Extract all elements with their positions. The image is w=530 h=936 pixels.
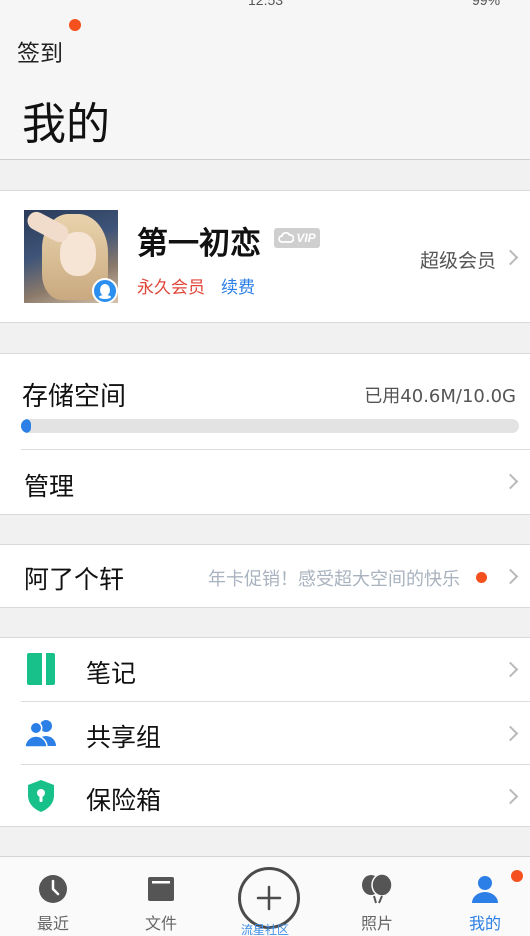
list-item-label: 共享组 — [86, 723, 162, 752]
signin-button[interactable]: 签到 — [17, 34, 63, 68]
tab-label: 我的 — [468, 914, 501, 933]
tools-card: 笔记 共享组 保险箱 — [0, 637, 530, 827]
note-icon — [24, 652, 58, 686]
promo-row[interactable]: 阿了个轩 年卡促销！感受超大空间的快乐 — [0, 544, 530, 608]
status-bar: 12:53 99% — [0, 0, 530, 12]
create-button[interactable] — [238, 867, 300, 929]
list-item-share-group[interactable]: 共享组 — [0, 702, 530, 765]
qq-icon — [92, 278, 118, 304]
community-label[interactable]: 流星社区 — [222, 921, 308, 936]
folder-icon — [144, 872, 178, 906]
tab-label: 最近 — [36, 914, 69, 933]
manage-row[interactable]: 管理 — [0, 450, 530, 514]
storage-card: 存储空间 已用40.6M/10.0G 管理 — [0, 353, 530, 515]
chevron-right-icon — [502, 788, 519, 805]
vip-icon: VIP — [274, 228, 320, 248]
notification-dot — [511, 870, 523, 882]
balloon-icon — [360, 872, 394, 906]
plus-icon — [256, 885, 282, 911]
promo-text: 年卡促销！感受超大空间的快乐 — [208, 569, 460, 590]
tab-recent[interactable]: 最近 — [0, 857, 106, 936]
promo-notification-dot — [476, 572, 487, 583]
tab-label: 文件 — [144, 914, 177, 933]
tab-photos[interactable]: 照片 — [324, 857, 430, 936]
chevron-right-icon — [502, 568, 519, 585]
storage-progress-fill — [21, 419, 31, 433]
header: 签到 我的 — [0, 12, 530, 160]
tab-mine[interactable]: 我的 — [432, 857, 530, 936]
tab-bar: 最近 文件 流星社区 照片 我的 — [0, 856, 530, 936]
manage-label: 管理 — [24, 472, 75, 501]
member-type: 永久会员 — [137, 278, 205, 298]
profile-card[interactable]: 第一初恋 VIP 永久会员 续费 超级会员 — [0, 190, 530, 323]
list-item-label: 笔记 — [86, 659, 137, 688]
clock-icon — [36, 872, 70, 906]
signin-notification-dot — [69, 19, 81, 31]
chevron-right-icon — [502, 725, 519, 742]
tab-label: 照片 — [360, 914, 393, 933]
page-title: 我的 — [22, 99, 110, 150]
promo-label: 阿了个轩 — [24, 565, 125, 594]
vip-label: VIP — [296, 231, 316, 245]
list-item-label: 保险箱 — [86, 786, 162, 815]
tab-files[interactable]: 文件 — [108, 857, 214, 936]
person-icon — [468, 872, 502, 906]
storage-title: 存储空间 — [22, 382, 127, 412]
super-member-link[interactable]: 超级会员 — [420, 246, 496, 273]
list-item-notes[interactable]: 笔记 — [0, 638, 530, 701]
storage-used: 已用40.6M/10.0G — [364, 386, 516, 407]
chevron-right-icon — [502, 473, 519, 490]
safe-box-icon — [24, 779, 58, 813]
renew-link[interactable]: 续费 — [221, 273, 255, 298]
storage-progress-bar — [21, 419, 519, 433]
status-time: 12:53 — [248, 0, 284, 8]
chevron-right-icon — [502, 661, 519, 678]
status-battery: 99% — [472, 0, 501, 8]
chevron-right-icon — [502, 249, 519, 266]
username: 第一初恋 — [137, 226, 261, 262]
list-item-safe-box[interactable]: 保险箱 — [0, 765, 530, 828]
share-group-icon — [24, 716, 58, 750]
